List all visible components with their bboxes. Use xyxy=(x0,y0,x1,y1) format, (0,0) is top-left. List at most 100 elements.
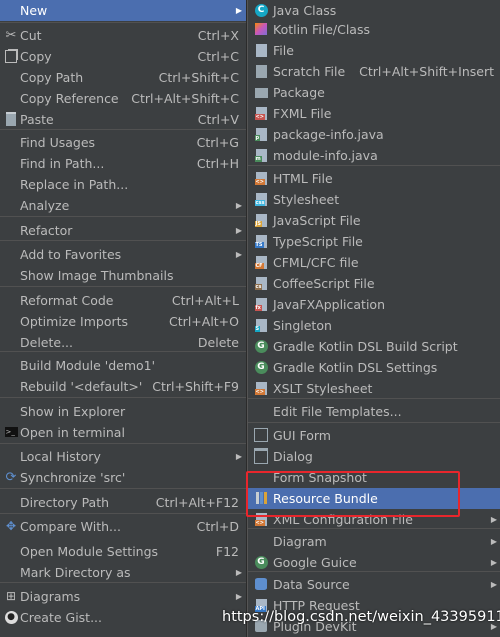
xslt-icon: <> xyxy=(254,381,268,395)
menu-item-label: Singleton xyxy=(273,318,332,333)
menu-item-copy-reference[interactable]: Copy Reference Ctrl+Alt+Shift+C xyxy=(0,88,246,109)
menu-item-find-in-path[interactable]: Find in Path... Ctrl+H xyxy=(0,153,246,174)
watermark: https://blog.csdn.net/weixin_43395911 xyxy=(222,609,500,625)
menu-item-label: New xyxy=(20,3,48,18)
gradle-icon: G xyxy=(254,360,268,374)
menu-item-coffeescript-file[interactable]: cs CoffeeScript File xyxy=(248,273,500,294)
copy-icon xyxy=(4,49,18,63)
menu-item-optimize-imports[interactable]: Optimize Imports Ctrl+Alt+O xyxy=(0,311,246,332)
menu-item-open-in-terminal[interactable]: >_ Open in terminal xyxy=(0,422,246,443)
menu-item-diagram[interactable]: Diagram ▶ xyxy=(248,531,500,552)
java-class-icon: C xyxy=(254,3,268,17)
menu-item-label: Java Class xyxy=(273,3,337,18)
menu-item-reformat-code[interactable]: Reformat Code Ctrl+Alt+L xyxy=(0,290,246,311)
menu-item-label: Local History xyxy=(20,449,101,464)
menu-item-analyze[interactable]: Analyze ▶ xyxy=(0,195,246,216)
menu-item-shortcut: Ctrl+Alt+L xyxy=(171,293,239,308)
menu-item-replace-in-path[interactable]: Replace in Path... xyxy=(0,174,246,195)
js-file-icon: JS xyxy=(254,213,268,227)
menu-item-directory-path[interactable]: Directory Path Ctrl+Alt+F12 xyxy=(0,492,246,513)
menu-item-gui-form[interactable]: GUI Form xyxy=(248,425,500,446)
gui-form-icon xyxy=(254,428,268,442)
menu-item-package[interactable]: Package xyxy=(248,82,500,103)
menu-item-local-history[interactable]: Local History ▶ xyxy=(0,446,246,467)
menu-item-copy-path[interactable]: Copy Path Ctrl+Shift+C xyxy=(0,67,246,88)
menu-item-label: Create Gist... xyxy=(20,610,103,625)
menu-item-shortcut: Ctrl+C xyxy=(197,49,239,64)
menu-item-find-usages[interactable]: Find Usages Ctrl+G xyxy=(0,132,246,153)
menu-item-paste[interactable]: Paste Ctrl+V xyxy=(0,109,246,130)
menu-item-edit-file-templates[interactable]: Edit File Templates... xyxy=(248,401,500,422)
menu-item-gradle-kotlin-dsl-build-script[interactable]: G Gradle Kotlin DSL Build Script xyxy=(248,336,500,357)
compare-icon: ✥ xyxy=(5,519,17,533)
submenu-arrow-icon: ▶ xyxy=(235,452,242,461)
menu-item-label: Copy Reference xyxy=(20,91,119,106)
menu-item-label: HTML File xyxy=(273,171,333,186)
menu-item-scratch-file[interactable]: Scratch File Ctrl+Alt+Shift+Insert xyxy=(248,61,500,82)
menu-item-label: Diagrams xyxy=(20,589,81,604)
menu-item-label: Compare With... xyxy=(20,519,121,534)
menu-item-singleton[interactable]: S Singleton xyxy=(248,315,500,336)
html-file-icon: <> xyxy=(254,171,268,185)
menu-item-show-image-thumbnails[interactable]: Show Image Thumbnails xyxy=(0,265,246,286)
kotlin-file-icon xyxy=(254,22,268,36)
menu-item-stylesheet[interactable]: css Stylesheet xyxy=(248,189,500,210)
menu-item-dialog[interactable]: Dialog xyxy=(248,446,500,467)
menu-item-new[interactable]: New ▶ xyxy=(0,0,246,21)
menu-item-gradle-kotlin-dsl-settings[interactable]: G Gradle Kotlin DSL Settings xyxy=(248,357,500,378)
menu-item-kotlin-file-class[interactable]: Kotlin File/Class xyxy=(248,19,500,40)
menu-item-label: Copy Path xyxy=(20,70,84,85)
menu-item-typescript-file[interactable]: TS TypeScript File xyxy=(248,231,500,252)
submenu-arrow-icon: ▶ xyxy=(490,558,497,567)
menu-item-fxml-file[interactable]: <> FXML File xyxy=(248,103,500,124)
menu-item-label: Open in terminal xyxy=(20,425,125,440)
menu-item-refactor[interactable]: Refactor ▶ xyxy=(0,220,246,241)
module-info-icon: m xyxy=(254,148,268,162)
submenu-arrow-icon: ▶ xyxy=(490,537,497,546)
menu-item-label: Gradle Kotlin DSL Settings xyxy=(273,360,438,375)
menu-item-shortcut: Ctrl+X xyxy=(197,28,239,43)
menu-item-file[interactable]: File xyxy=(248,40,500,61)
menu-separator xyxy=(0,488,246,489)
menu-item-add-to-favorites[interactable]: Add to Favorites ▶ xyxy=(0,244,246,265)
menu-item-label: JavaScript File xyxy=(273,213,361,228)
menu-item-package-info-java[interactable]: p package-info.java xyxy=(248,124,500,145)
menu-item-label: Mark Directory as xyxy=(20,565,131,580)
submenu-arrow-icon: ▶ xyxy=(235,6,242,15)
cfml-file-icon: CF xyxy=(254,255,268,269)
menu-item-javafxapplication[interactable]: fx JavaFXApplication xyxy=(248,294,500,315)
menu-item-show-in-explorer[interactable]: Show in Explorer xyxy=(0,401,246,422)
menu-item-diagrams[interactable]: ⊞ Diagrams ▶ xyxy=(0,586,246,607)
menu-item-data-source[interactable]: Data Source ▶ xyxy=(248,574,500,595)
menu-item-rebuild-default[interactable]: Rebuild '<default>' Ctrl+Shift+F9 xyxy=(0,376,246,397)
menu-separator xyxy=(0,443,246,444)
menu-item-shortcut: Ctrl+Alt+F12 xyxy=(155,495,239,510)
package-icon xyxy=(254,85,268,99)
menu-item-open-module-settings[interactable]: Open Module Settings F12 xyxy=(0,541,246,562)
menu-separator xyxy=(0,582,246,583)
menu-item-shortcut: Ctrl+D xyxy=(196,519,239,534)
menu-separator xyxy=(248,528,500,529)
menu-item-xslt-stylesheet[interactable]: <> XSLT Stylesheet xyxy=(248,378,500,399)
menu-item-create-gist[interactable]: ● Create Gist... xyxy=(0,607,246,628)
menu-item-cut[interactable]: ✂ Cut Ctrl+X xyxy=(0,25,246,46)
menu-item-javascript-file[interactable]: JS JavaScript File xyxy=(248,210,500,231)
menu-item-cfml-cfc-file[interactable]: CF CFML/CFC file xyxy=(248,252,500,273)
submenu-arrow-icon: ▶ xyxy=(490,580,497,589)
css-file-icon: css xyxy=(254,192,268,206)
menu-item-html-file[interactable]: <> HTML File xyxy=(248,168,500,189)
menu-item-google-guice[interactable]: G Google Guice ▶ xyxy=(248,552,500,573)
menu-item-module-info-java[interactable]: m module-info.java xyxy=(248,145,500,166)
menu-item-synchronize-src[interactable]: ⟳ Synchronize 'src' xyxy=(0,467,246,488)
submenu-arrow-icon: ▶ xyxy=(235,592,242,601)
menu-item-delete[interactable]: Delete... Delete xyxy=(0,332,246,353)
menu-item-copy[interactable]: Copy Ctrl+C xyxy=(0,46,246,67)
menu-item-label: XSLT Stylesheet xyxy=(273,381,373,396)
menu-item-shortcut: F12 xyxy=(215,544,239,559)
menu-item-java-class[interactable]: C Java Class xyxy=(248,0,500,21)
menu-separator xyxy=(0,397,246,398)
menu-item-mark-directory-as[interactable]: Mark Directory as ▶ xyxy=(0,562,246,583)
menu-item-build-module-demo1[interactable]: Build Module 'demo1' xyxy=(0,355,246,376)
terminal-icon: >_ xyxy=(4,425,18,439)
menu-item-compare-with[interactable]: ✥ Compare With... Ctrl+D xyxy=(0,516,246,537)
